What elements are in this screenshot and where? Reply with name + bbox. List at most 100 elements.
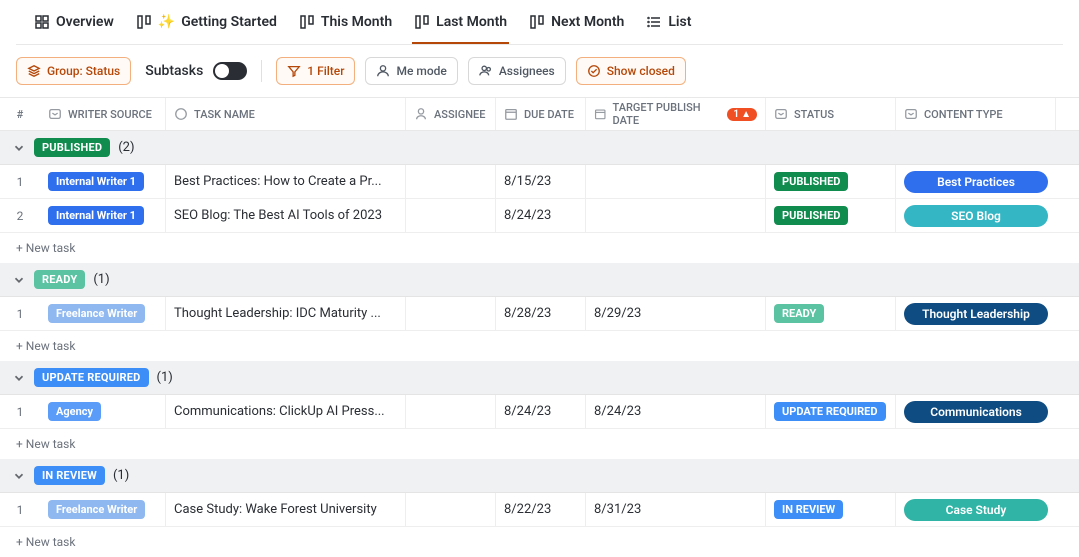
tab-last-month[interactable]: Last Month: [412, 10, 509, 44]
chevron-down-icon[interactable]: [12, 371, 26, 385]
content-type-cell[interactable]: SEO Blog: [896, 199, 1056, 232]
dropdown-icon: [48, 107, 62, 121]
task-name-cell[interactable]: SEO Blog: The Best AI Tools of 2023: [166, 199, 406, 232]
task-name-cell[interactable]: Thought Leadership: IDC Maturity ...: [166, 297, 406, 330]
new-task-button[interactable]: + New task: [0, 233, 1079, 263]
assignee-cell[interactable]: [406, 493, 496, 526]
board-icon: [299, 14, 315, 30]
target-publish-cell[interactable]: 8/24/23: [586, 395, 766, 428]
tab-getting-started[interactable]: ✨ Getting Started: [134, 10, 279, 44]
target-publish-cell[interactable]: 8/31/23: [586, 493, 766, 526]
groups-container: PUBLISHED(2)1Internal Writer 1Best Pract…: [0, 131, 1079, 557]
writer-source-badge: Freelance Writer: [48, 500, 145, 519]
writer-source-badge: Agency: [48, 402, 101, 421]
due-date-cell[interactable]: 8/24/23: [496, 395, 586, 428]
sort-badge[interactable]: 1▲: [727, 108, 757, 121]
group-pill[interactable]: Group: Status: [16, 57, 131, 85]
table-row[interactable]: 1 Agency Communications: ClickUp AI Press.…: [0, 395, 1079, 429]
group-header[interactable]: READY(1): [0, 263, 1079, 297]
row-num: 1: [0, 395, 40, 428]
col-due-date[interactable]: DUE DATE: [496, 98, 586, 130]
group-header[interactable]: UPDATE REQUIRED (1): [0, 361, 1079, 395]
table-row[interactable]: 1Internal Writer 1Best Practices: How to…: [0, 165, 1079, 199]
status-badge: UPDATE REQUIRED: [774, 402, 886, 421]
assignee-cell[interactable]: [406, 199, 496, 232]
col-assignee[interactable]: ASSIGNEE: [406, 98, 496, 130]
new-task-button[interactable]: + New task: [0, 429, 1079, 459]
due-date: 8/24/23: [504, 404, 551, 419]
tab-overview[interactable]: Overview: [32, 10, 116, 44]
col-target-publish[interactable]: TARGET PUBLISH DATE 1▲: [586, 98, 766, 130]
group-count: (1): [113, 468, 129, 483]
assignee-cell[interactable]: [406, 297, 496, 330]
table-row[interactable]: 2Internal Writer 1SEO Blog: The Best AI …: [0, 199, 1079, 233]
new-task-button[interactable]: + New task: [0, 527, 1079, 557]
assignee-cell[interactable]: [406, 395, 496, 428]
due-date-cell[interactable]: 8/28/23: [496, 297, 586, 330]
target-publish: 8/24/23: [594, 404, 641, 419]
status-cell[interactable]: IN REVIEW: [766, 493, 896, 526]
task-name: Best Practices: How to Create a Pr...: [174, 174, 382, 189]
writer-source-cell[interactable]: Agency: [40, 395, 166, 428]
filter-icon: [287, 64, 301, 78]
content-type-cell[interactable]: Case Study: [896, 493, 1056, 526]
assignees-pill[interactable]: Assignees: [468, 57, 566, 85]
col-content-type[interactable]: CONTENT TYPE: [896, 98, 1056, 130]
tab-next-month[interactable]: Next Month: [527, 10, 626, 44]
tab-list[interactable]: List: [644, 10, 693, 44]
writer-source-cell[interactable]: Freelance Writer: [40, 297, 166, 330]
new-task-button[interactable]: + New task: [0, 331, 1079, 361]
due-date-cell[interactable]: 8/22/23: [496, 493, 586, 526]
show-closed-pill[interactable]: Show closed: [576, 57, 686, 85]
content-type-cell[interactable]: Best Practices: [896, 165, 1056, 198]
task-name-cell[interactable]: Case Study: Wake Forest University: [166, 493, 406, 526]
group-status-tag: UPDATE REQUIRED: [34, 368, 149, 387]
me-mode-pill[interactable]: Me mode: [365, 57, 457, 85]
task-name-cell[interactable]: Best Practices: How to Create a Pr...: [166, 165, 406, 198]
assignee-cell[interactable]: [406, 165, 496, 198]
content-type-cell[interactable]: Thought Leadership: [896, 297, 1056, 330]
filter-pill[interactable]: 1 Filter: [276, 57, 355, 85]
people-icon: [479, 64, 493, 78]
group-count: (2): [118, 140, 134, 155]
content-type-cell[interactable]: Communications: [896, 395, 1056, 428]
col-writer-source[interactable]: WRITER SOURCE: [40, 98, 166, 130]
target-publish-cell[interactable]: [586, 165, 766, 198]
col-num[interactable]: #: [0, 98, 40, 130]
subtasks-label: Subtasks: [145, 63, 203, 79]
col-status[interactable]: STATUS: [766, 98, 896, 130]
table-row[interactable]: 1Freelance WriterCase Study: Wake Forest…: [0, 493, 1079, 527]
group-count: (1): [157, 370, 173, 385]
writer-source-cell[interactable]: Internal Writer 1: [40, 165, 166, 198]
writer-source-cell[interactable]: Freelance Writer: [40, 493, 166, 526]
target-publish-cell[interactable]: [586, 199, 766, 232]
dropdown-icon: [774, 107, 788, 121]
chevron-down-icon[interactable]: [12, 469, 26, 483]
me-mode-label: Me mode: [396, 64, 446, 78]
task-name: SEO Blog: The Best AI Tools of 2023: [174, 208, 382, 223]
chevron-down-icon[interactable]: [12, 141, 26, 155]
status-cell[interactable]: UPDATE REQUIRED: [766, 395, 896, 428]
due-date-cell[interactable]: 8/15/23: [496, 165, 586, 198]
status-badge: READY: [774, 304, 824, 323]
target-publish: 8/31/23: [594, 502, 641, 517]
writer-source-cell[interactable]: Internal Writer 1: [40, 199, 166, 232]
target-publish-cell[interactable]: 8/29/23: [586, 297, 766, 330]
due-date: 8/24/23: [504, 208, 551, 223]
task-name-cell[interactable]: Communications: ClickUp AI Press...: [166, 395, 406, 428]
chevron-down-icon[interactable]: [12, 273, 26, 287]
status-cell[interactable]: READY: [766, 297, 896, 330]
status-cell[interactable]: PUBLISHED: [766, 199, 896, 232]
group-header[interactable]: IN REVIEW(1): [0, 459, 1079, 493]
table-row[interactable]: 1Freelance WriterThought Leadership: IDC…: [0, 297, 1079, 331]
task-name: Communications: ClickUp AI Press...: [174, 404, 385, 419]
dropdown-icon: [904, 107, 918, 121]
group-header[interactable]: PUBLISHED(2): [0, 131, 1079, 165]
col-task-name[interactable]: TASK NAME: [166, 98, 406, 130]
subtasks-toggle[interactable]: [213, 62, 247, 80]
tab-this-month[interactable]: This Month: [297, 10, 394, 44]
status-badge: IN REVIEW: [774, 500, 843, 519]
due-date-cell[interactable]: 8/24/23: [496, 199, 586, 232]
assignees-label: Assignees: [499, 64, 555, 78]
status-cell[interactable]: PUBLISHED: [766, 165, 896, 198]
